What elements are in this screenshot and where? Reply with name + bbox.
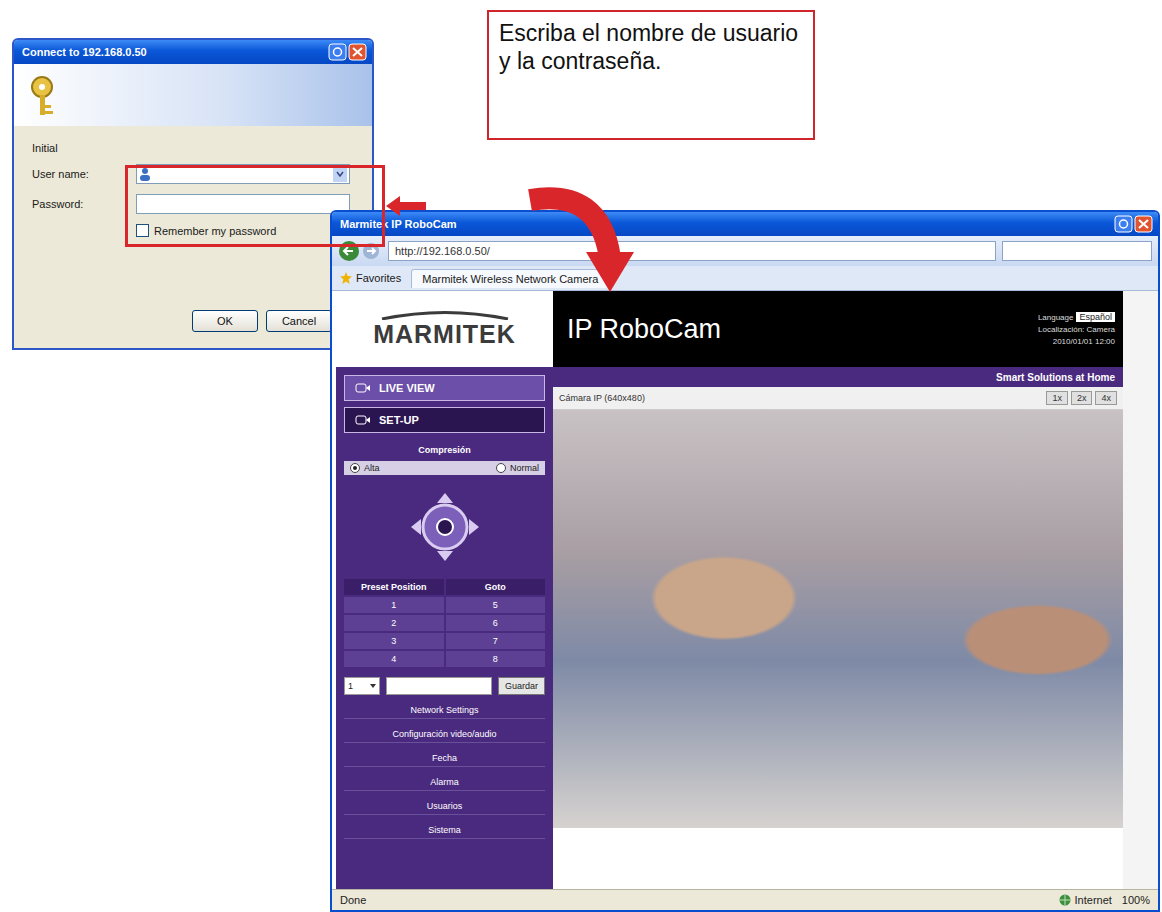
preset-cell[interactable]: 6 xyxy=(446,615,546,631)
window-buttons-icon[interactable] xyxy=(328,43,368,61)
window-buttons-icon[interactable] xyxy=(1114,215,1154,233)
language-select[interactable]: Español xyxy=(1076,312,1115,322)
info-line: 2010/01/01 12:00 xyxy=(1053,337,1115,346)
browser-title-bar: Marmitek IP RoboCam xyxy=(332,212,1158,236)
back-forward-icon[interactable] xyxy=(338,240,382,262)
login-form: Initial User name: Password: Remember my pa… xyxy=(14,126,372,237)
nav-icon xyxy=(355,414,371,426)
highlight-box xyxy=(125,165,385,247)
page-content: MARMITEK LIVE VIEW SET-UP Compresión Alta Nor… xyxy=(332,291,1158,889)
slogan-bar: Smart Solutions at Home xyxy=(553,367,1123,387)
page-background xyxy=(1123,291,1158,889)
field-label: Password: xyxy=(32,198,128,210)
dialog-button[interactable]: Cancel xyxy=(266,310,332,332)
left-arrow-icon xyxy=(384,194,428,218)
page-title: IP RoboCam xyxy=(567,314,721,345)
security-zone: Internet xyxy=(1059,894,1112,906)
main-panel: IP RoboCamLanguageEspañolLocalización: C… xyxy=(553,291,1123,889)
preset-cell[interactable]: 3 xyxy=(344,633,444,649)
search-box[interactable] xyxy=(1002,241,1152,261)
menu-item[interactable]: Alarma xyxy=(344,773,545,791)
zoom-level[interactable]: 100% xyxy=(1122,894,1150,906)
menu-item[interactable]: Usuarios xyxy=(344,797,545,815)
login-dialog: Connect to 192.168.0.50 Initial User name:… xyxy=(12,38,374,350)
preset-cell[interactable]: 4 xyxy=(344,651,444,667)
preset-controls: 1 Guardar xyxy=(344,673,545,695)
page-header: IP RoboCamLanguageEspañolLocalización: C… xyxy=(553,291,1123,367)
roof-icon xyxy=(380,310,510,320)
preset-cell[interactable]: 5 xyxy=(446,597,546,613)
key-icon xyxy=(28,73,68,117)
preset-cell[interactable]: 2 xyxy=(344,615,444,631)
nav-icon xyxy=(355,382,371,394)
camera-photo xyxy=(553,410,1123,828)
field-label: User name: xyxy=(32,168,128,180)
menu-item[interactable]: Configuración video/audio xyxy=(344,725,545,743)
zoom-button[interactable]: 1x xyxy=(1046,391,1068,405)
instruction-callout: Escriba el nombre de usuario y la contra… xyxy=(487,10,815,140)
globe-icon xyxy=(1059,894,1071,906)
preset-cell[interactable]: 8 xyxy=(446,651,546,667)
favorites-button[interactable]: Favorites xyxy=(340,272,401,284)
browser-window: Marmitek IP RoboCam http://192.168.0.50/F… xyxy=(330,210,1160,912)
browser-title: Marmitek IP RoboCam xyxy=(340,218,1108,230)
curved-arrow-icon xyxy=(520,188,640,296)
preset-header: Goto xyxy=(446,579,546,595)
dialog-title: Connect to 192.168.0.50 xyxy=(22,46,322,58)
view-toolbar: Cámara IP (640x480)1x2x4x xyxy=(553,387,1123,410)
tab-bar: Favorites Marmitek Wireless Network Camer… xyxy=(332,266,1158,291)
header-info: LanguageEspañolLocalización: Camera2010/… xyxy=(1038,312,1115,346)
preset-select[interactable]: 1 xyxy=(344,677,380,695)
user-icon xyxy=(139,167,151,181)
marmitek-logo: MARMITEK xyxy=(336,291,553,367)
address-bar[interactable]: http://192.168.0.50/ xyxy=(388,241,996,261)
status-bar: Done Internet 100% xyxy=(332,889,1158,910)
dialog-button[interactable]: OK xyxy=(192,310,258,332)
dropdown-arrow-icon xyxy=(370,684,376,688)
compression-option[interactable]: Normal xyxy=(496,463,539,473)
compression-option[interactable]: Alta xyxy=(350,463,380,473)
dialog-banner xyxy=(14,64,372,126)
compression-title: Compresión xyxy=(344,439,545,455)
zoom-button[interactable]: 2x xyxy=(1071,391,1093,405)
password-field[interactable] xyxy=(136,194,350,214)
sidebar-body: LIVE VIEW SET-UP Compresión Alta Normal Prese… xyxy=(336,367,553,847)
screen: Connect to 192.168.0.50 Initial User name:… xyxy=(0,0,1162,912)
menu-item[interactable]: Network Settings xyxy=(344,701,545,719)
dropdown-arrow-icon[interactable] xyxy=(333,166,347,182)
preset-button[interactable]: Guardar xyxy=(498,677,545,695)
dialog-title-bar: Connect to 192.168.0.50 xyxy=(14,40,372,64)
menu-item[interactable]: Sistema xyxy=(344,821,545,839)
preset-cell[interactable]: 1 xyxy=(344,597,444,613)
star-icon xyxy=(340,272,352,284)
sidebar: MARMITEK LIVE VIEW SET-UP Compresión Alta Nor… xyxy=(336,291,553,889)
browser-tab[interactable]: Marmitek Wireless Network Camera xyxy=(411,269,609,288)
pan-tilt-pad-icon[interactable] xyxy=(409,491,481,563)
preset-header: Preset Position xyxy=(344,579,444,595)
menu-item[interactable]: Fecha xyxy=(344,749,545,767)
navigation-bar: http://192.168.0.50/ xyxy=(332,236,1158,266)
zoom-button[interactable]: 4x xyxy=(1095,391,1117,405)
status-text: Done xyxy=(340,894,1049,906)
dialog-buttons: OK Cancel xyxy=(14,310,372,348)
info-line: Localización: Camera xyxy=(1038,325,1115,334)
preset-cell[interactable]: 7 xyxy=(446,633,546,649)
compression-options: Alta Normal xyxy=(344,461,545,475)
remember-checkbox[interactable]: Remember my password xyxy=(136,224,350,237)
nav-button[interactable]: LIVE VIEW xyxy=(344,375,545,401)
nav-button[interactable]: SET-UP xyxy=(344,407,545,433)
preset-table: Preset PositionGoto15263748 xyxy=(344,579,545,667)
preset-input[interactable] xyxy=(386,677,492,695)
server-label: Initial xyxy=(32,142,128,154)
